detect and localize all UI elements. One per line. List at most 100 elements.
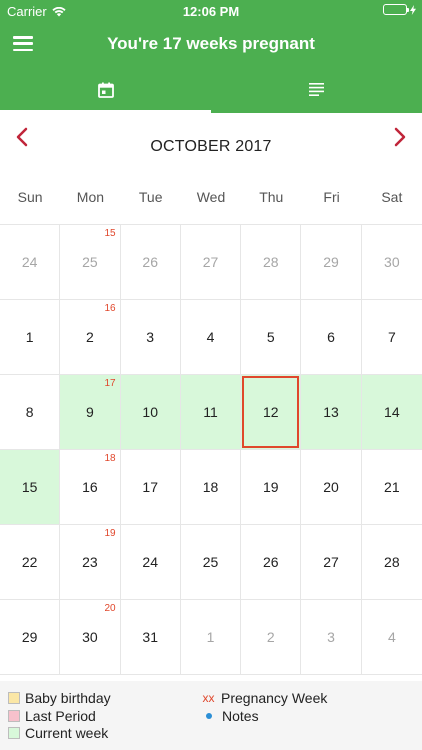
calendar-day[interactable]: 13 <box>301 375 362 450</box>
calendar-day[interactable]: 30 <box>361 225 422 300</box>
weekday-label: Thu <box>259 189 284 205</box>
calendar-day[interactable]: 5 <box>241 300 302 375</box>
day-number: 8 <box>25 404 34 420</box>
day-number: 18 <box>202 479 219 495</box>
day-number: 19 <box>262 479 279 495</box>
calendar-day[interactable]: 1 <box>0 300 61 375</box>
day-number: 29 <box>323 254 339 270</box>
calendar-day[interactable]: 7 <box>361 300 422 375</box>
legend-last-period: Last Period <box>8 708 96 724</box>
calendar-day[interactable]: 17 <box>120 450 181 525</box>
day-number: 3 <box>327 629 335 645</box>
day-number: 12 <box>262 404 279 420</box>
calendar-day[interactable]: 28 <box>361 525 422 600</box>
calendar-day[interactable]: 26 <box>120 225 181 300</box>
day-number: 30 <box>82 629 98 645</box>
tab-calendar[interactable] <box>0 66 211 113</box>
day-number: 29 <box>21 629 38 645</box>
calendar-day[interactable]: 29 <box>0 600 61 675</box>
status-time: 12:06 PM <box>182 4 240 19</box>
day-number: 20 <box>323 479 339 495</box>
day-number: 24 <box>21 254 38 270</box>
calendar-day[interactable]: 25 <box>180 525 242 600</box>
day-number: 27 <box>202 254 219 270</box>
calendar-day[interactable]: 4 <box>361 600 422 675</box>
last-period-swatch <box>8 710 20 722</box>
weekday-label: Mon <box>76 189 105 205</box>
day-number: 15 <box>21 479 38 495</box>
calendar-day[interactable]: 27 <box>180 225 242 300</box>
charging-icon <box>410 4 416 15</box>
month-title: OCTOBER 2017 <box>150 138 272 155</box>
calendar-day[interactable]: 15 <box>0 450 61 525</box>
weekday-label: Fri <box>323 189 340 205</box>
pregnancy-week-number: 19 <box>104 528 116 539</box>
day-number: 2 <box>86 329 94 345</box>
notes-dot-icon <box>206 713 212 719</box>
calendar-day[interactable]: 21 <box>361 450 422 525</box>
page-title: You're 17 weeks pregnant <box>107 34 315 53</box>
calendar-day[interactable]: 28 <box>241 225 302 300</box>
calendar-day[interactable]: 23 19 <box>60 525 121 600</box>
pregnancy-week-number: 16 <box>104 303 116 314</box>
tab-bar <box>0 66 422 113</box>
legend: Baby birthday Last Period Current week x… <box>0 681 422 750</box>
calendar-day[interactable]: 20 <box>301 450 362 525</box>
calendar-day[interactable]: 27 <box>301 525 362 600</box>
calendar-day[interactable]: 24 <box>120 525 181 600</box>
calendar-day[interactable]: 22 <box>0 525 61 600</box>
day-number: 17 <box>142 479 158 495</box>
calendar-day[interactable]: 3 <box>120 300 181 375</box>
legend-pregnancy-week: xx Pregnancy Week <box>200 690 328 706</box>
calendar-day[interactable]: 16 18 <box>60 450 121 525</box>
calendar-day[interactable]: 11 <box>180 375 242 450</box>
calendar-day[interactable]: 25 15 <box>60 225 121 300</box>
day-number: 5 <box>266 329 275 345</box>
day-number: 1 <box>206 629 215 645</box>
day-number: 7 <box>387 329 396 345</box>
pregnancy-week-number: 20 <box>104 603 116 614</box>
day-number: 10 <box>142 404 158 420</box>
day-number: 22 <box>21 554 38 570</box>
tab-list[interactable] <box>211 66 422 113</box>
calendar-day[interactable]: 18 <box>180 450 242 525</box>
current-week-swatch <box>8 727 20 739</box>
calendar-day[interactable]: 4 <box>180 300 242 375</box>
legend-label: Current week <box>25 725 109 741</box>
calendar-day[interactable]: 9 17 <box>60 375 121 450</box>
calendar-day[interactable]: 14 <box>361 375 422 450</box>
calendar-day[interactable]: 24 <box>0 225 61 300</box>
day-number: 25 <box>202 554 219 570</box>
next-month-button[interactable] <box>387 125 411 149</box>
day-number: 24 <box>142 554 158 570</box>
legend-current-week: Current week <box>8 725 108 741</box>
baby-birthday-swatch <box>8 692 20 704</box>
calendar-day[interactable]: 6 <box>301 300 362 375</box>
weekday-header: Sun Mon Tue Wed Thu Fri Sat <box>0 181 422 225</box>
day-number: 25 <box>82 254 98 270</box>
calendar-day[interactable]: 3 <box>301 600 362 675</box>
day-number: 2 <box>266 629 275 645</box>
calendar-day[interactable]: 29 <box>301 225 362 300</box>
calendar-day[interactable]: 2 16 <box>60 300 121 375</box>
calendar-day-today[interactable]: 12 <box>241 375 302 450</box>
calendar-day[interactable]: 19 <box>241 450 302 525</box>
day-number: 14 <box>384 404 400 420</box>
calendar-day[interactable]: 26 <box>241 525 302 600</box>
legend-label: Baby birthday <box>25 690 111 706</box>
calendar-day[interactable]: 2 <box>241 600 302 675</box>
month-navigation: OCTOBER 2017 <box>0 113 422 181</box>
chevron-right-icon <box>394 127 406 147</box>
day-number: 3 <box>146 329 155 345</box>
legend-label: Pregnancy Week <box>221 690 328 706</box>
calendar-day[interactable]: 10 <box>120 375 181 450</box>
calendar-day[interactable]: 8 <box>0 375 61 450</box>
day-number: 4 <box>206 329 215 345</box>
day-number: 9 <box>86 404 94 420</box>
calendar-day[interactable]: 1 <box>180 600 242 675</box>
calendar-day[interactable]: 30 20 <box>60 600 121 675</box>
day-number: 26 <box>262 554 279 570</box>
weekday-label: Sat <box>381 189 403 205</box>
calendar-day[interactable]: 31 <box>120 600 181 675</box>
legend-label: Notes <box>222 708 259 724</box>
